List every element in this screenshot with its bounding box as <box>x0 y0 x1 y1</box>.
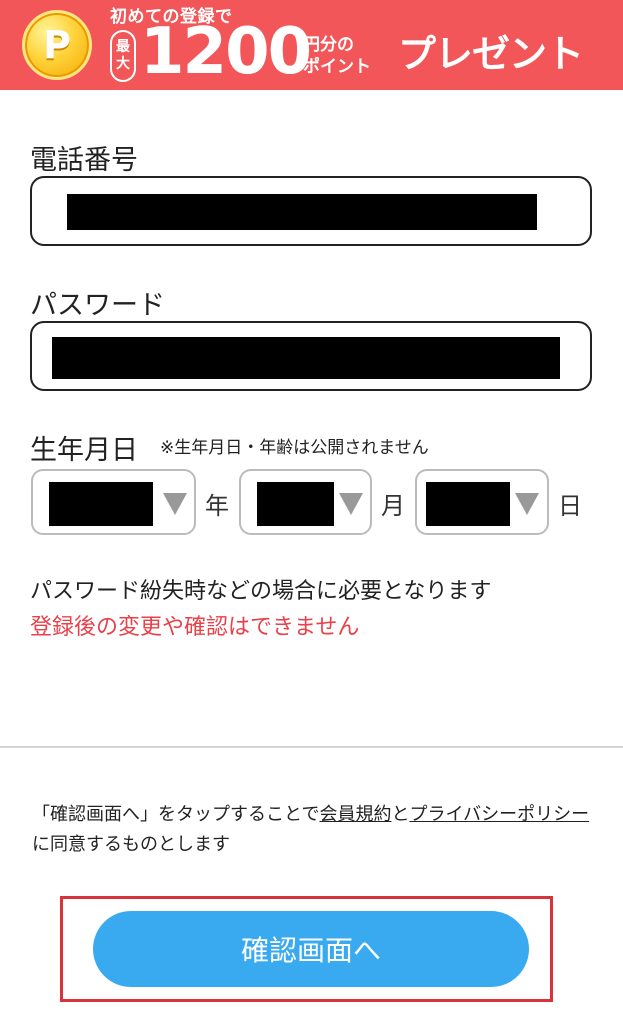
year-unit: 年 <box>205 492 229 520</box>
password-redaction <box>52 337 560 379</box>
password-label: パスワード <box>30 290 165 321</box>
chevron-down-icon <box>515 493 539 515</box>
terms-prefix: 「確認画面へ」をタップすることで <box>32 804 320 825</box>
banner-unit-line1: 円分の <box>303 35 354 55</box>
point-coin-icon: P <box>22 10 92 80</box>
year-redaction <box>49 482 153 526</box>
banner-max-line2: 大 <box>116 56 130 72</box>
chevron-down-icon <box>163 493 187 515</box>
birth-month-select[interactable] <box>239 469 372 535</box>
password-loss-note: パスワード紛失時などの場合に必要となります <box>30 579 492 604</box>
promo-banner[interactable]: P 初めての登録で 最 大 1200 円分の ポイント プレゼント <box>0 0 623 90</box>
birthday-privacy-note: ※生年月日・年齢は公開されません <box>160 438 429 458</box>
section-divider <box>0 746 623 748</box>
terms-middle: と <box>391 804 410 825</box>
password-input[interactable] <box>30 321 592 391</box>
privacy-policy-link[interactable]: プライバシーポリシー <box>409 804 589 825</box>
coin-letter: P <box>43 23 71 67</box>
terms-suffix: に同意するものとします <box>32 834 230 855</box>
month-redaction <box>257 482 334 526</box>
phone-input[interactable] <box>30 176 592 246</box>
birthday-label: 生年月日 <box>30 435 138 466</box>
banner-unit-line2: ポイント <box>303 57 371 77</box>
birth-year-select[interactable] <box>31 469 196 535</box>
chevron-down-icon <box>339 493 363 515</box>
confirm-button[interactable]: 確認画面へ <box>93 911 529 987</box>
banner-amount: 1200 <box>140 15 312 89</box>
birth-day-select[interactable] <box>415 469 549 535</box>
month-unit: 月 <box>381 492 405 520</box>
phone-label: 電話番号 <box>30 145 138 176</box>
phone-redaction <box>67 194 537 230</box>
member-terms-link[interactable]: 会員規約 <box>319 804 391 825</box>
banner-max-line1: 最 <box>116 39 130 55</box>
day-unit: 日 <box>558 492 582 520</box>
banner-max-badge: 最 大 <box>110 30 136 82</box>
no-change-warning: 登録後の変更や確認はできません <box>30 615 360 640</box>
banner-unit: 円分の ポイント <box>303 34 371 78</box>
terms-agreement-text: 「確認画面へ」をタップすることで会員規約とプライバシーポリシーに同意するものとし… <box>32 800 592 860</box>
banner-present-text: プレゼント <box>398 32 584 76</box>
day-redaction <box>426 482 510 526</box>
